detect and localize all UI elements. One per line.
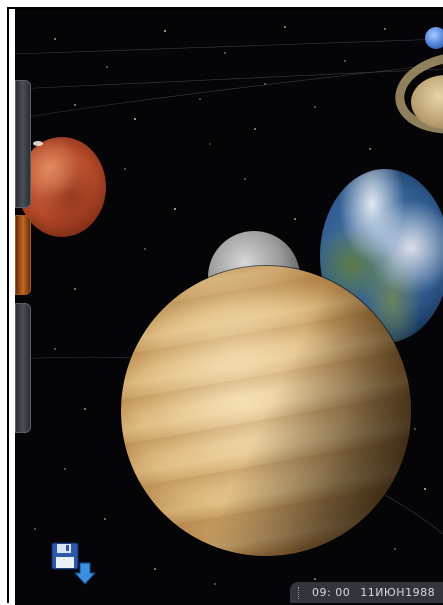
status-date: 11ИЮН1988	[360, 586, 436, 599]
side-panel-handle-bottom[interactable]	[15, 303, 31, 433]
venus-night-shade	[121, 266, 411, 556]
side-panel-handle-top[interactable]	[15, 80, 31, 208]
mars-polar-cap	[33, 141, 43, 146]
save-button[interactable]	[50, 541, 97, 587]
side-panel-handle-middle[interactable]	[15, 215, 31, 295]
neptune-planet[interactable]	[425, 27, 443, 49]
status-bar-grip-icon[interactable]	[298, 586, 302, 599]
save-disk-icon	[51, 542, 97, 585]
solar-system-viewport[interactable]	[15, 9, 443, 605]
status-bar: 09: 00 11ИЮН1988	[290, 582, 443, 603]
mars-planet[interactable]	[18, 137, 106, 237]
status-time: 09: 00	[312, 586, 351, 599]
